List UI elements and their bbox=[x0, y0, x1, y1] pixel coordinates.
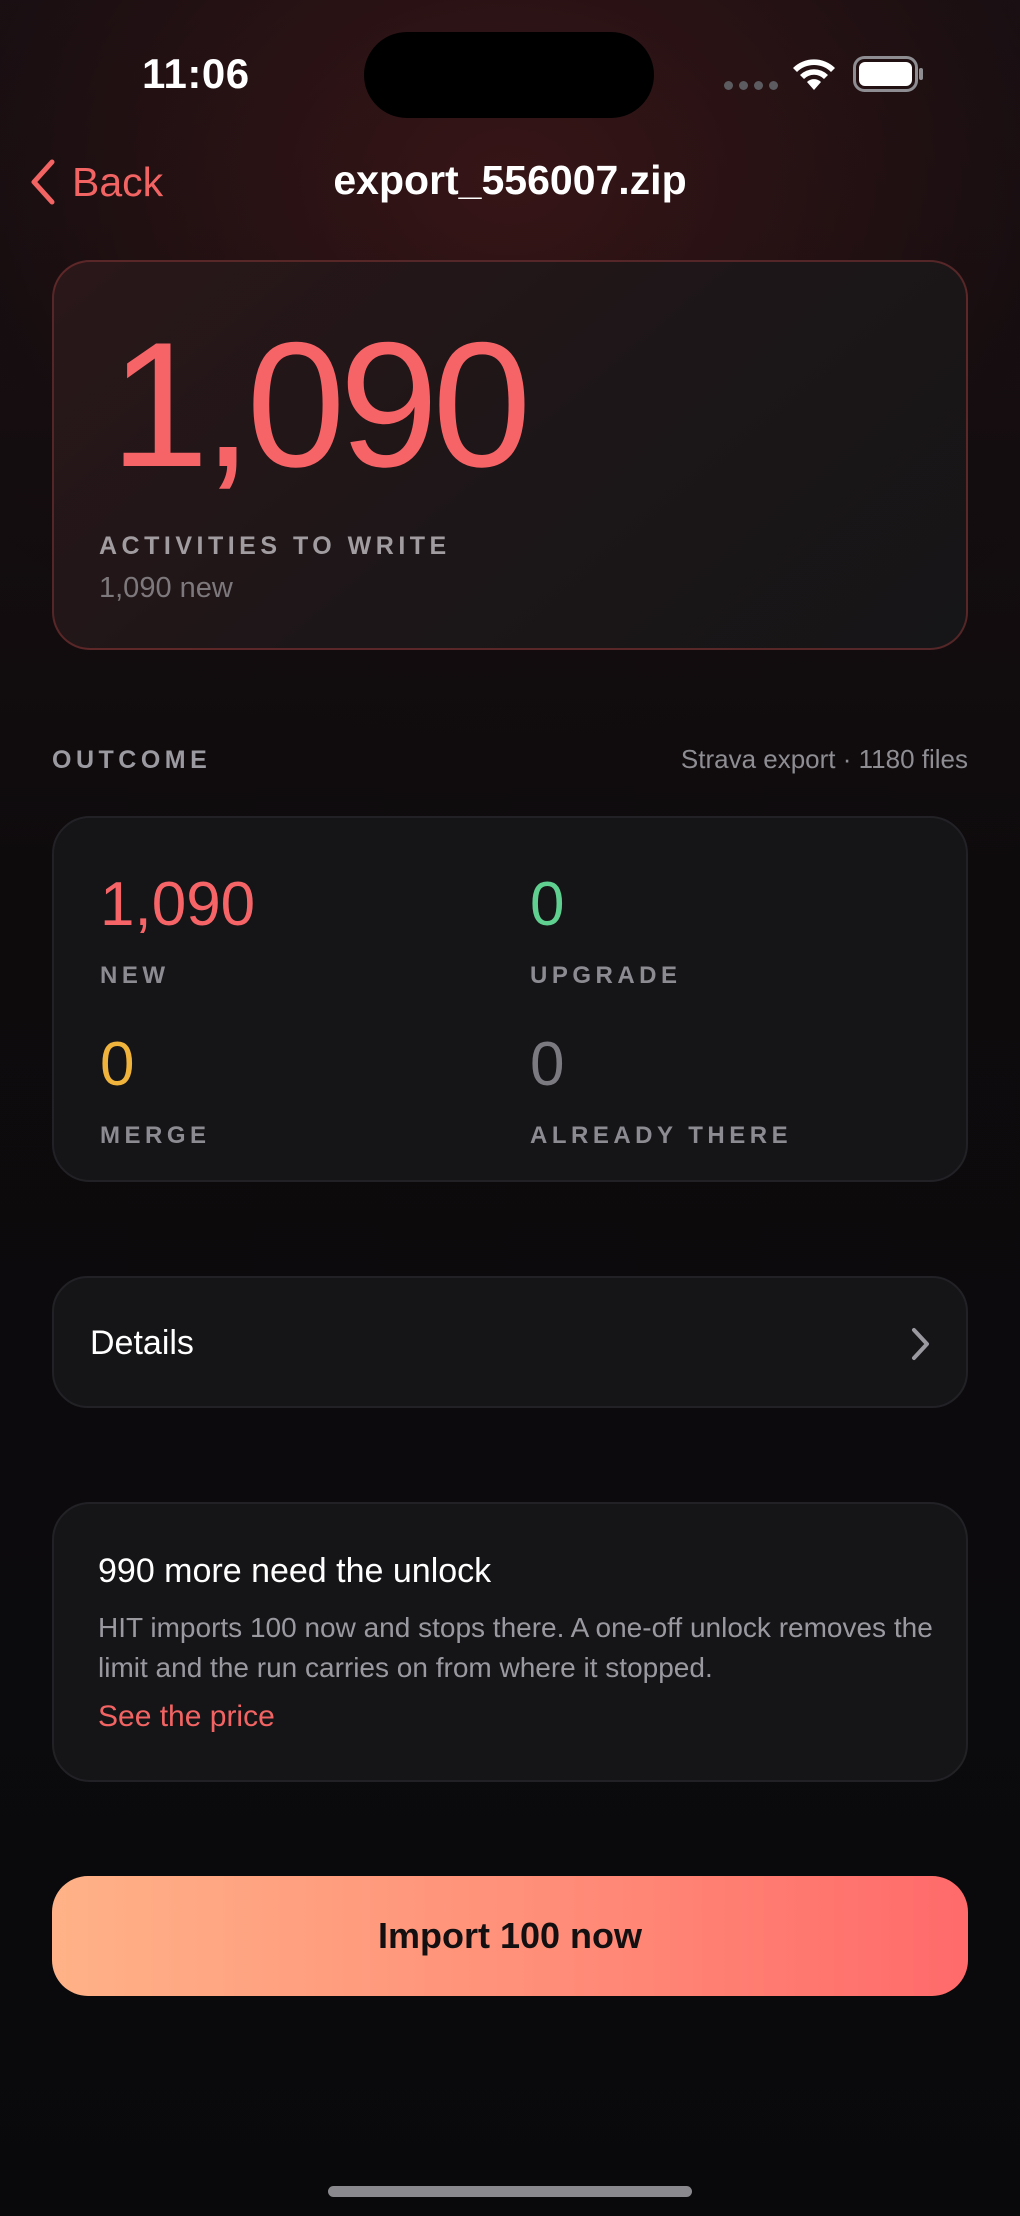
unlock-body: HIT imports 100 now and stops there. A o… bbox=[98, 1612, 933, 1683]
stat-upgrade: 0 UPGRADE bbox=[530, 874, 682, 990]
stat-new-label: NEW bbox=[100, 962, 170, 989]
activities-label: ACTIVITIES TO WRITE bbox=[99, 532, 451, 560]
stat-merge: 0 MERGE bbox=[100, 1034, 211, 1150]
outcome-header: OUTCOME bbox=[52, 746, 212, 774]
import-button-label: Import 100 now bbox=[377, 1915, 643, 1956]
signal-icon bbox=[724, 81, 778, 90]
wifi-icon bbox=[793, 59, 835, 90]
stat-new: 1,090 NEW bbox=[100, 874, 255, 990]
activities-count: 1,090 bbox=[110, 305, 531, 504]
page-title: export_556007.zip bbox=[333, 157, 687, 203]
import-summary-screen: 11:06 Back export_556007.zip 1,090 ACTIV… bbox=[0, 0, 1020, 2216]
details-row[interactable]: Details bbox=[52, 1276, 968, 1408]
stat-already-there: 0 ALREADY THERE bbox=[530, 1034, 792, 1150]
stat-merge-label: MERGE bbox=[100, 1122, 211, 1149]
stat-already-there-label: ALREADY THERE bbox=[530, 1122, 793, 1149]
stat-upgrade-label: UPGRADE bbox=[530, 962, 682, 989]
stat-already-there-value: 0 bbox=[530, 1030, 565, 1099]
battery-icon bbox=[853, 56, 923, 92]
status-time: 11:06 bbox=[142, 50, 250, 97]
stat-upgrade-value: 0 bbox=[530, 870, 565, 939]
dynamic-island bbox=[364, 32, 654, 118]
home-indicator[interactable] bbox=[328, 2186, 692, 2197]
import-button[interactable]: Import 100 now bbox=[52, 1876, 968, 1996]
chevron-right-icon bbox=[912, 1328, 929, 1360]
outcome-card: 1,090 NEW 0 UPGRADE 0 MERGE 0 ALREADY TH… bbox=[52, 816, 968, 1182]
activities-sub: 1,090 new bbox=[99, 572, 233, 604]
unlock-title: 990 more need the unlock bbox=[98, 1552, 492, 1590]
see-price-link[interactable]: See the price bbox=[98, 1700, 275, 1734]
stat-merge-value: 0 bbox=[100, 1030, 135, 1099]
outcome-meta: Strava export · 1180 files bbox=[680, 744, 968, 774]
details-label: Details bbox=[90, 1324, 194, 1362]
unlock-card: 990 more need the unlock HIT imports 100… bbox=[52, 1502, 968, 1782]
stat-new-value: 1,090 bbox=[100, 870, 256, 939]
activities-summary-card: 1,090 ACTIVITIES TO WRITE 1,090 new bbox=[52, 260, 968, 650]
